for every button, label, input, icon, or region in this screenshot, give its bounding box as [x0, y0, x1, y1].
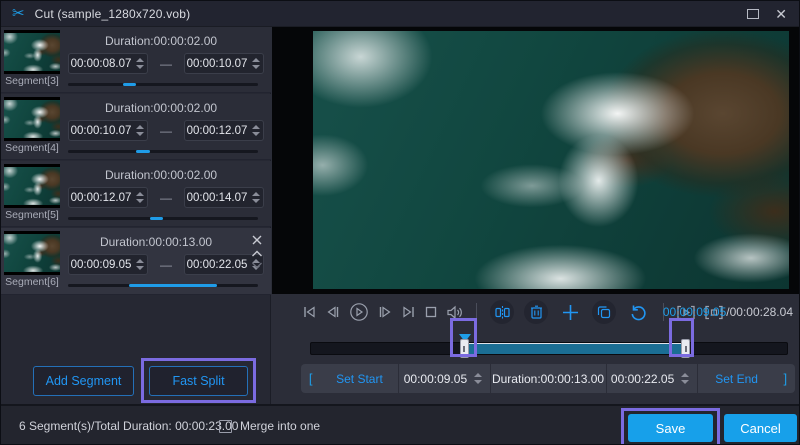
segment-thumbnail[interactable] [4, 164, 60, 208]
segment-thumbnail[interactable] [4, 30, 60, 74]
segment-range-slider[interactable] [68, 150, 258, 153]
trim-bar: [ Set Start 00:00:09.05 Duration:00:00:1… [301, 364, 795, 393]
time-spinner[interactable] [249, 188, 263, 207]
footer-bar: 6 Segment(s)/Total Duration: 00:00:23.00… [1, 404, 800, 445]
left-bracket: [ [301, 364, 320, 393]
segment-thumbnail[interactable] [4, 97, 60, 141]
segment-row[interactable]: Segment[5] Duration:00:00:02.00 00:00:12… [1, 161, 271, 227]
segment-thumbnail[interactable] [4, 231, 60, 275]
start-time-input[interactable]: 00:00:09.05 [399, 364, 489, 393]
fast-split-annotation: Fast Split [141, 358, 256, 403]
merge-checkbox[interactable] [219, 420, 232, 433]
set-start-button[interactable]: Set Start [320, 364, 398, 393]
duplicate-icon[interactable] [592, 300, 616, 324]
save-button[interactable]: Save [628, 414, 713, 442]
step-backward-icon[interactable] [325, 305, 341, 319]
time-spinner[interactable] [133, 121, 147, 140]
reset-icon[interactable] [626, 300, 650, 324]
video-preview[interactable] [313, 31, 789, 289]
segment-duration: Duration:00:00:02.00 [63, 168, 259, 182]
set-end-button[interactable]: Set End [698, 364, 776, 393]
start-time-field[interactable]: 00:00:12.07 [68, 187, 148, 208]
time-spinner[interactable] [249, 54, 263, 73]
segment-duration: Duration:00:00:02.00 [63, 34, 259, 48]
right-bracket: ] [776, 364, 795, 393]
segment-list-panel: Segment[3] Duration:00:00:02.00 00:00:08… [1, 27, 271, 404]
fast-split-button[interactable]: Fast Split [149, 366, 248, 396]
segment-row[interactable]: Segment[4] Duration:00:00:02.00 00:00:10… [1, 94, 271, 160]
segment-label: Segment[4] [1, 142, 63, 154]
segment-row-selected[interactable]: Segment[6] Duration:00:00:13.00 00:00:09… [1, 228, 271, 295]
end-time-field[interactable]: 00:00:14.07 [184, 187, 264, 208]
timeline-track[interactable] [310, 342, 788, 355]
save-annotation: Save [621, 408, 720, 445]
total-time: /00:00:28.04 [726, 305, 793, 319]
segment-duration: Duration:00:00:02.00 [63, 101, 259, 115]
scissors-icon: ✂ [12, 6, 25, 21]
delete-icon[interactable] [524, 300, 548, 324]
time-spinner[interactable] [133, 188, 147, 207]
segment-range-slider[interactable] [68, 83, 258, 86]
segment-row[interactable]: Segment[3] Duration:00:00:02.00 00:00:08… [1, 27, 271, 93]
move-up-icon[interactable] [251, 249, 263, 258]
timeline-selection[interactable] [465, 343, 685, 354]
time-spinner[interactable] [678, 364, 692, 393]
transport-bar: 00:00:09.05/00:00:28.04 [272, 294, 800, 330]
range-dash: — [148, 191, 184, 205]
segment-label: Segment[5] [1, 209, 63, 221]
start-time-field[interactable]: 00:00:08.07 [68, 53, 148, 74]
preview-panel: 00:00:09.05/00:00:28.04 [ Set Start 00:0… [272, 27, 800, 404]
add-segment-button[interactable]: Add Segment [33, 366, 134, 396]
start-time-field[interactable]: 00:00:09.05 [68, 254, 148, 275]
end-time-field[interactable]: 00:00:10.07 [184, 53, 264, 74]
start-handle-annotation [450, 318, 477, 357]
add-icon[interactable] [558, 300, 582, 324]
segment-label: Segment[6] [1, 276, 63, 288]
range-dash: — [148, 124, 184, 138]
end-handle-annotation [669, 318, 694, 357]
selection-duration: Duration:00:00:13.00 [490, 364, 605, 393]
cancel-button[interactable]: Cancel [724, 414, 797, 442]
end-time-input[interactable]: 00:00:22.05 [606, 364, 696, 393]
time-spinner[interactable] [133, 255, 147, 274]
maximize-icon[interactable] [747, 9, 759, 19]
segment-label: Segment[3] [1, 75, 63, 87]
delete-segment-icon[interactable] [251, 234, 263, 246]
stop-icon[interactable] [424, 305, 438, 319]
range-dash: — [148, 57, 184, 71]
timeline [272, 333, 800, 363]
merge-label: Merge into one [240, 419, 320, 433]
start-time-field[interactable]: 00:00:10.07 [68, 120, 148, 141]
play-icon[interactable] [349, 302, 369, 322]
time-spinner[interactable] [471, 364, 485, 393]
close-icon[interactable]: ✕ [775, 7, 787, 21]
segment-range-slider[interactable] [68, 217, 258, 220]
segments-status: 6 Segment(s)/Total Duration: 00:00:23.00 [19, 406, 238, 445]
move-down-icon[interactable] [251, 261, 263, 270]
cut-dialog-window: ✂ Cut (sample_1280x720.vob) ✕ Segment[3]… [0, 0, 800, 445]
split-icon[interactable] [490, 300, 514, 324]
time-spinner[interactable] [249, 121, 263, 140]
end-time-field[interactable]: 00:00:12.07 [184, 120, 264, 141]
current-time: 00:00:09.05 [663, 305, 726, 319]
range-dash: — [148, 258, 184, 272]
segment-duration: Duration:00:00:13.00 [63, 235, 249, 249]
time-spinner[interactable] [133, 54, 147, 73]
title-bar: ✂ Cut (sample_1280x720.vob) ✕ [1, 1, 800, 27]
video-area [272, 27, 800, 294]
step-forward-icon[interactable] [377, 305, 393, 319]
segment-range-slider[interactable] [68, 284, 258, 287]
skip-start-icon[interactable] [302, 305, 317, 319]
skip-end-icon[interactable] [401, 305, 416, 319]
window-title: Cut (sample_1280x720.vob) [35, 7, 191, 21]
